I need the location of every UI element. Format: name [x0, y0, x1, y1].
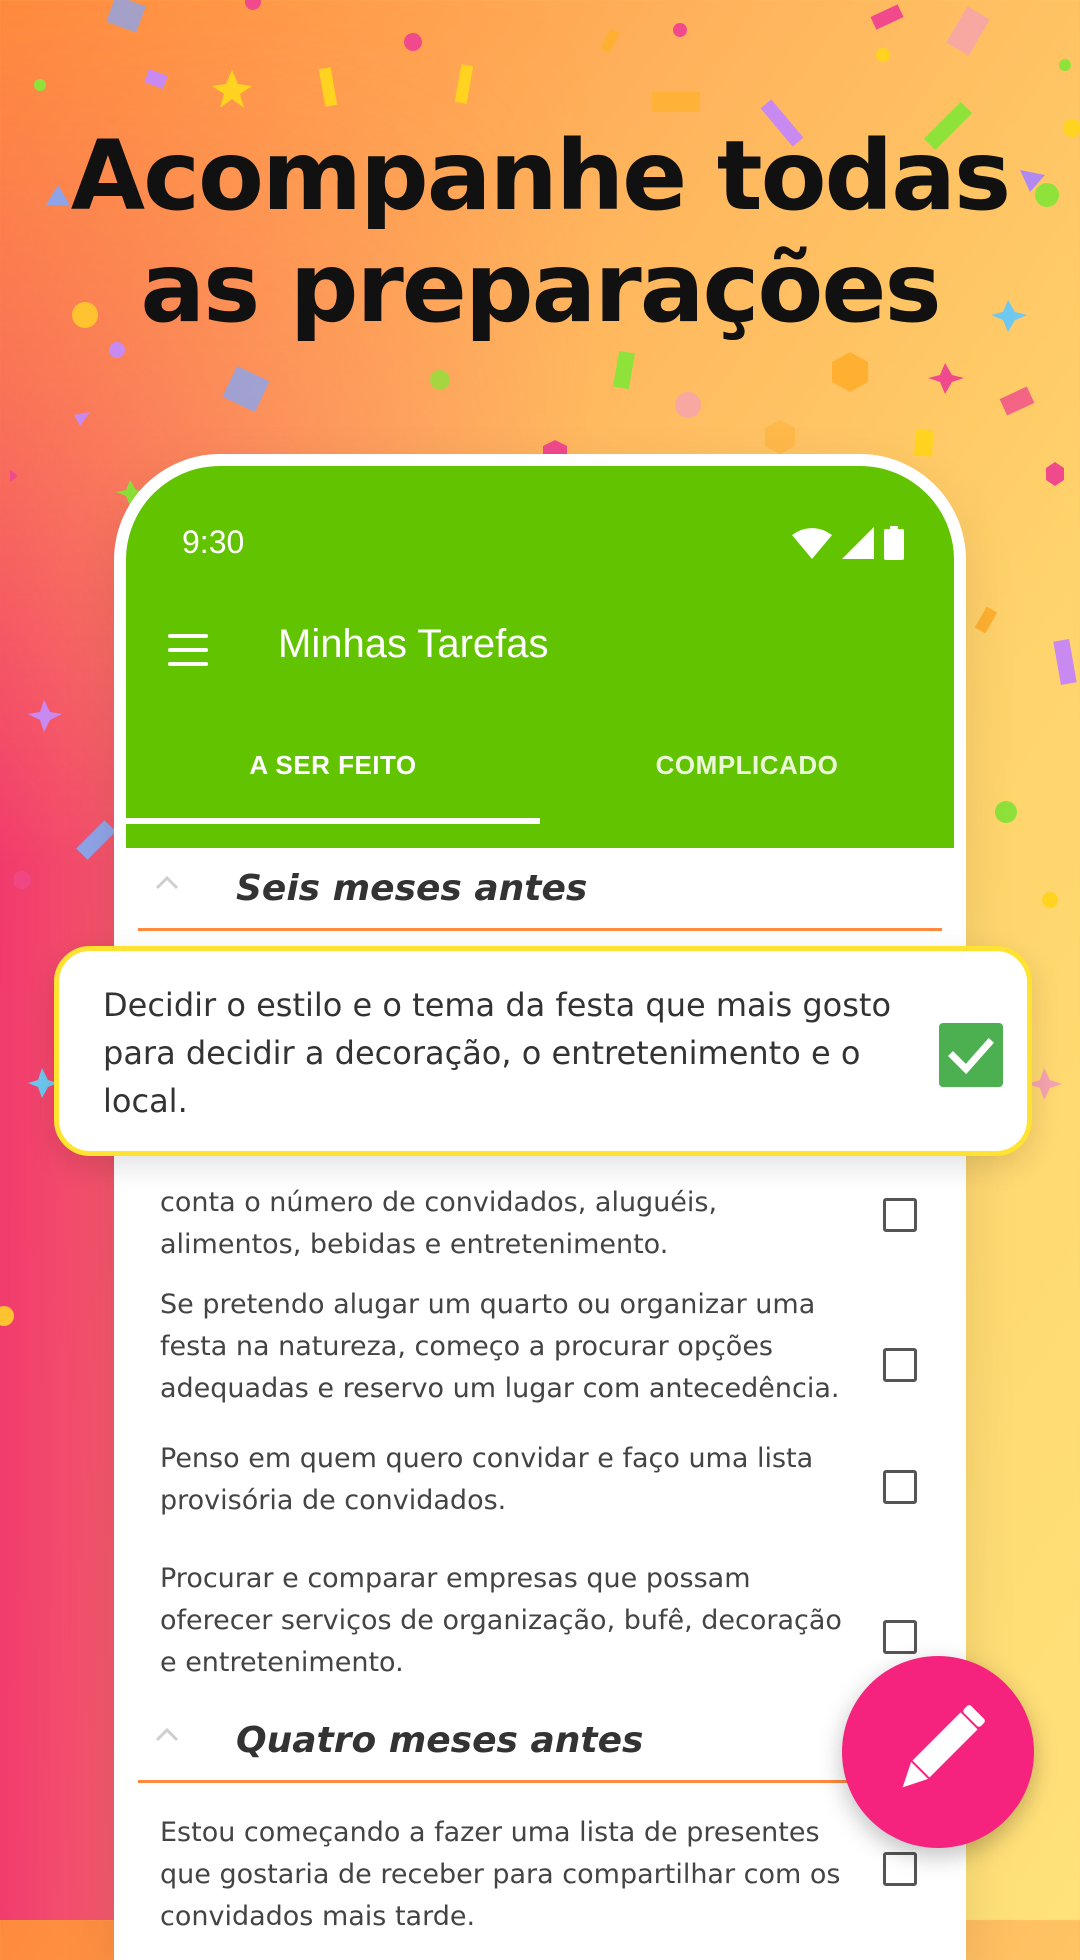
checked-checkbox[interactable] [939, 1023, 1003, 1087]
section-header[interactable]: Seis meses antes [138, 848, 942, 931]
task-text: Penso em quem quero convidar e faço uma … [160, 1443, 814, 1516]
task-item: Procurar e comparar empresas que possam … [160, 1556, 940, 1696]
task-checkbox[interactable] [883, 1620, 917, 1654]
tab-indicator [126, 818, 540, 824]
task-checkbox[interactable] [883, 1198, 917, 1232]
task-item: Se pretendo alugar um quarto ou organiza… [160, 1278, 940, 1418]
pencil-icon [902, 1705, 985, 1788]
highlighted-task-card[interactable]: Decidir o estilo e o tema da festa que m… [54, 946, 1032, 1156]
headline: Acompanhe todas as preparações [0, 120, 1080, 344]
task-item: Estou começando a fazer uma lista de pre… [160, 1812, 940, 1952]
app-title: Minhas Tarefas [278, 622, 549, 666]
task-text: Estou começando a fazer uma lista de pre… [160, 1817, 841, 1932]
battery-icon [884, 526, 904, 560]
status-time: 9:30 [182, 524, 245, 560]
task-text: Se pretendo alugar um quarto ou organiza… [160, 1289, 840, 1404]
chevron-up-icon [155, 1727, 179, 1742]
task-checkbox[interactable] [883, 1348, 917, 1382]
tab-a-ser-feito[interactable]: A SER FEITO [126, 750, 540, 781]
task-checkbox[interactable] [883, 1852, 917, 1886]
edit-fab-button[interactable] [842, 1656, 1034, 1848]
menu-icon[interactable] [168, 634, 208, 670]
task-item: conta o número de convidados, aluguéis, … [160, 1166, 940, 1266]
wifi-icon [792, 528, 832, 559]
check-icon [948, 1038, 994, 1075]
section-title: Quatro meses antes [236, 1720, 644, 1761]
task-text: conta o número de convidados, aluguéis, … [160, 1187, 718, 1260]
app-bar: 9:30 Minhas Tarefas A SER FEITO COMPLICA… [126, 466, 954, 848]
task-item: Penso em quem quero convidar e faço uma … [160, 1438, 940, 1538]
status-icons [792, 526, 904, 560]
section-header[interactable]: Quatro meses antes [138, 1700, 942, 1783]
highlighted-task-text: Decidir o estilo e o tema da festa que m… [103, 986, 892, 1120]
headline-line-1: Acompanhe todas [70, 120, 1011, 232]
phone-mockup: 9:30 Minhas Tarefas A SER FEITO COMPLICA… [120, 460, 960, 1960]
section-title: Seis meses antes [236, 868, 588, 909]
tab-complicado[interactable]: COMPLICADO [540, 750, 954, 781]
task-text: Procurar e comparar empresas que possam … [160, 1563, 842, 1678]
task-checkbox[interactable] [883, 1470, 917, 1504]
headline-line-2: as preparações [140, 232, 941, 344]
signal-icon [842, 527, 874, 559]
chevron-up-icon [155, 875, 179, 890]
